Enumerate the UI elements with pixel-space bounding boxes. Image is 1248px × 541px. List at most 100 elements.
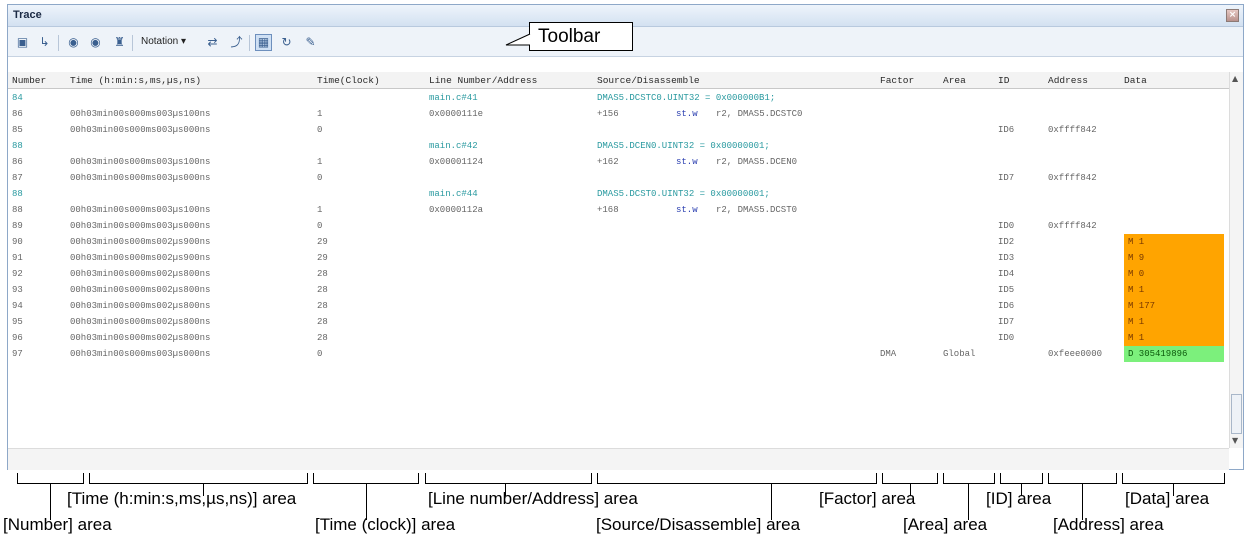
toolbar-separator xyxy=(132,35,133,51)
table-row[interactable]: 91 00h03min00s000ms002µs900ns 29 ID3 M 9 xyxy=(8,250,1229,266)
col-source[interactable]: Source/Disassemble xyxy=(597,75,700,86)
close-icon[interactable]: × xyxy=(1226,9,1239,22)
col-number[interactable]: Number xyxy=(12,75,46,86)
save-icon[interactable]: ✎ xyxy=(302,34,319,51)
table-row[interactable]: 92 00h03min00s000ms002µs800ns 28 ID4 M 0 xyxy=(8,266,1229,282)
col-line-address[interactable]: Line Number/Address xyxy=(429,75,537,86)
step-icon[interactable]: ↳ xyxy=(36,34,53,51)
refresh-icon[interactable]: ↻ xyxy=(278,34,295,51)
scroll-down-icon[interactable]: ▼ xyxy=(1232,436,1238,445)
cell-source: DMAS5.DCSTC0.UINT32 = 0x000000B1; xyxy=(597,93,776,103)
table-row[interactable]: 97 00h03min00s000ms003µs000ns 0 DMA Global 0x… xyxy=(8,346,1229,362)
find-next-icon[interactable]: ◉ xyxy=(87,34,104,51)
line-area-label: [Line number/Address] area xyxy=(428,489,638,508)
clock-bracket xyxy=(313,473,419,484)
cell-operands: r2, DMAS5.DCSTC0 xyxy=(716,109,803,119)
address-area-label: [Address] area xyxy=(1053,515,1164,534)
cell-data xyxy=(1124,202,1224,218)
cell-time: 00h03min00s000ms002µs800ns xyxy=(70,285,211,295)
table-row[interactable]: 87 00h03min00s000ms003µs000ns 0 ID7 0xffff84… xyxy=(8,170,1229,186)
table-row[interactable]: 95 00h03min00s000ms002µs800ns 28 ID7 M 1 xyxy=(8,314,1229,330)
cell-number: 86 xyxy=(12,157,23,167)
clock-area-label: [Time (clock)] area xyxy=(315,515,456,534)
cell-source: +156 xyxy=(597,109,619,119)
table-row[interactable]: 85 00h03min00s000ms003µs000ns 0 ID6 0xffff84… xyxy=(8,122,1229,138)
cell-id: ID4 xyxy=(998,269,1015,279)
cell-clock: 0 xyxy=(317,125,323,135)
cell-id: ID2 xyxy=(998,237,1015,247)
cell-time: 00h03min00s000ms003µs100ns xyxy=(70,157,211,167)
cell-source: DMAS5.DCST0.UINT32 = 0x00000001; xyxy=(597,189,770,199)
cell-clock: 0 xyxy=(317,349,323,359)
table-row[interactable]: 84 main.c#41 DMAS5.DCSTC0.UINT32 = 0x00000… xyxy=(8,90,1229,106)
cell-number: 88 xyxy=(12,205,23,215)
cell-source: +168 xyxy=(597,205,619,215)
cell-data-value: M 0 xyxy=(1128,269,1145,279)
trace-settings-icon[interactable]: ▣ xyxy=(14,34,31,51)
cell-data: M 1 xyxy=(1124,234,1224,250)
source-bracket xyxy=(597,473,877,484)
col-time-clock[interactable]: Time(Clock) xyxy=(317,75,380,86)
cell-clock: 0 xyxy=(317,221,323,231)
cell-clock: 29 xyxy=(317,237,328,247)
scroll-thumb[interactable] xyxy=(1231,394,1242,434)
cell-line: main.c#42 xyxy=(429,141,478,151)
table-row[interactable]: 86 00h03min00s000ms003µs100ns 1 0x00001124 +… xyxy=(8,154,1229,170)
mix-icon[interactable]: ⇄ xyxy=(204,34,221,51)
cell-source: +162 xyxy=(597,157,619,167)
cell-operands: r2, DMAS5.DCEN0 xyxy=(716,157,798,167)
cell-data-value: M 177 xyxy=(1128,301,1156,311)
col-factor[interactable]: Factor xyxy=(880,75,914,86)
table-row[interactable]: 88 00h03min00s000ms003µs100ns 1 0x0000112a +… xyxy=(8,202,1229,218)
col-data[interactable]: Data xyxy=(1124,75,1147,86)
cell-number: 93 xyxy=(12,285,23,295)
cell-time: 00h03min00s000ms003µs000ns xyxy=(70,125,211,135)
window-title: Trace xyxy=(13,9,42,21)
cell-time: 00h03min00s000ms003µs100ns xyxy=(70,205,211,215)
address-bracket xyxy=(1048,473,1117,484)
table-row[interactable]: 96 00h03min00s000ms002µs800ns 28 ID0 M 1 xyxy=(8,330,1229,346)
col-address[interactable]: Address xyxy=(1048,75,1088,86)
cell-data xyxy=(1124,218,1224,234)
cell-data xyxy=(1124,122,1224,138)
table-row[interactable]: 88 main.c#44 DMAS5.DCST0.UINT32 = 0x000000… xyxy=(8,186,1229,202)
table-row[interactable]: 93 00h03min00s000ms002µs800ns 28 ID5 M 1 xyxy=(8,282,1229,298)
cell-clock: 28 xyxy=(317,301,328,311)
cell-time: 00h03min00s000ms003µs100ns xyxy=(70,109,211,119)
cell-id: ID0 xyxy=(998,221,1015,231)
cell-data-value: M 9 xyxy=(1128,253,1145,263)
cell-number: 96 xyxy=(12,333,23,343)
cell-id: ID0 xyxy=(998,333,1015,343)
col-area[interactable]: Area xyxy=(943,75,966,86)
select-icon[interactable]: ▦ xyxy=(255,34,272,51)
cell-clock: 0 xyxy=(317,173,323,183)
id-bracket xyxy=(1000,473,1043,484)
col-id[interactable]: ID xyxy=(998,75,1009,86)
find-icon[interactable]: ◉ xyxy=(65,34,82,51)
factor-area-label: [Factor] area xyxy=(819,489,916,508)
table-row[interactable]: 86 00h03min00s000ms003µs100ns 1 0x0000111e +… xyxy=(8,106,1229,122)
cell-time: 00h03min00s000ms003µs000ns xyxy=(70,349,211,359)
cell-mnemonic: st.w xyxy=(676,109,698,119)
cell-data: M 177 xyxy=(1124,298,1224,314)
table-row[interactable]: 88 main.c#42 DMAS5.DCEN0.UINT32 = 0x000000… xyxy=(8,138,1229,154)
col-time[interactable]: Time (h:min:s,ms,µs,ns) xyxy=(70,75,201,86)
toolbar-separator xyxy=(58,35,59,51)
horizontal-scrollbar[interactable] xyxy=(8,448,1229,470)
cell-address: 0xfeee0000 xyxy=(1048,349,1103,359)
cell-clock: 28 xyxy=(317,285,328,295)
notation-dropdown[interactable]: Notation ▾ xyxy=(141,36,186,47)
scroll-up-icon[interactable]: ▲ xyxy=(1232,74,1238,83)
jump-source-icon[interactable]: ⤴ xyxy=(228,34,245,51)
vertical-scrollbar[interactable]: ▲ ▼ xyxy=(1229,72,1243,448)
callout-pointer xyxy=(505,33,531,46)
cell-mnemonic: st.w xyxy=(676,205,698,215)
table-row[interactable]: 94 00h03min00s000ms002µs800ns 28 ID6 M 177 xyxy=(8,298,1229,314)
table-row[interactable]: 89 00h03min00s000ms003µs000ns 0 ID0 0xffff84… xyxy=(8,218,1229,234)
table-row[interactable]: 90 00h03min00s000ms002µs900ns 29 ID2 M 1 xyxy=(8,234,1229,250)
cell-number: 87 xyxy=(12,173,23,183)
cell-data-value: M 1 xyxy=(1128,285,1145,295)
cell-number: 90 xyxy=(12,237,23,247)
data-bracket xyxy=(1122,473,1225,484)
binoculars-icon[interactable]: ♜ xyxy=(111,34,128,51)
